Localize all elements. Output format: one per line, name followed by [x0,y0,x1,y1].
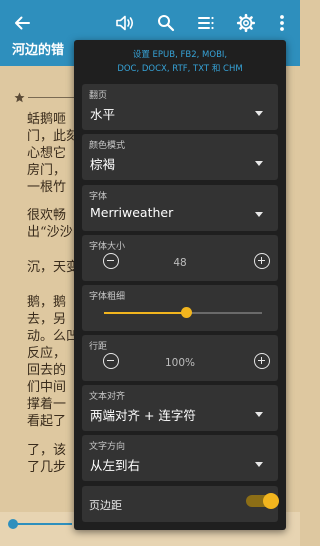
page-turn-dropdown[interactable]: 翻页 水平 [82,84,278,130]
font-weight-slider[interactable]: 字体粗细 [82,285,278,331]
speaker-icon [116,15,134,31]
font-weight-fill [104,312,187,314]
toc-button[interactable] [191,8,221,38]
settings-button[interactable] [231,8,261,38]
text-direction-label: 文字方向 [89,442,126,452]
text-direction-dropdown[interactable]: 文字方向 从左到右 [82,435,278,481]
text-align-dropdown[interactable]: 文本对齐 两端对齐 + 连字符 [82,385,278,431]
toc-icon [198,16,214,30]
search-button[interactable] [151,8,181,38]
gear-icon [236,13,256,33]
font-value: Merriweather [90,205,174,220]
font-label: 字体 [89,192,108,202]
text-line: 看起了 [27,414,67,429]
text-line: 一根竹 [27,180,67,195]
font-weight-label: 字体粗细 [89,292,126,302]
formats-line-2: DOC, DOCX, RTF, TXT 和 CHM [117,64,243,74]
font-size-value: 48 [173,257,187,269]
color-mode-label: 颜色模式 [89,141,126,151]
page-margin-toggle-thumb[interactable] [263,493,279,509]
back-button[interactable] [7,8,37,38]
increase-line-spacing-button[interactable] [254,353,270,369]
text-align-value: 两端对齐 + 连字符 [90,408,196,423]
search-icon [158,15,175,32]
dropdown-arrow-icon [255,212,263,217]
font-size-label: 字体大小 [89,242,126,252]
line-spacing-value: 100% [164,357,196,369]
text-line: 出“沙沙 [27,225,73,240]
dropdown-arrow-icon [255,161,263,166]
dropdown-arrow-icon [255,412,263,417]
line-spacing-label: 行距 [89,342,108,352]
text-line: 了几步 [27,460,67,475]
dropdown-arrow-icon [255,462,263,467]
page-turn-label: 翻页 [89,91,108,101]
font-dropdown[interactable]: 字体 Merriweather [82,185,278,231]
color-mode-dropdown[interactable]: 颜色模式 棕褐 [82,134,278,180]
text-line: 沉，天变 [27,260,80,275]
line-spacing-stepper: 行距 100% [82,335,278,381]
text-align-label: 文本对齐 [89,392,126,402]
reading-settings-panel: 设置 EPUB, FB2, MOBI, DOC, DOCX, RTF, TXT … [74,40,286,530]
font-weight-thumb[interactable] [180,307,192,318]
reading-progress-track[interactable] [12,523,72,525]
formats-line-1: 设置 EPUB, FB2, MOBI, [132,50,228,60]
page-turn-value: 水平 [90,107,116,122]
dropdown-arrow-icon [255,111,263,116]
bookmark-star-icon[interactable] [14,92,25,103]
increase-font-size-button[interactable] [254,253,270,269]
page-margin-label: 页边距 [89,499,122,512]
read-aloud-button[interactable] [110,8,140,38]
text-direction-value: 从左到右 [90,458,141,473]
reading-progress-thumb[interactable] [8,519,18,529]
back-arrow-icon [15,16,30,30]
font-size-stepper: 字体大小 48 [82,235,278,281]
supported-formats-note: 设置 EPUB, FB2, MOBI, DOC, DOCX, RTF, TXT … [74,48,286,76]
color-mode-value: 棕褐 [90,157,116,172]
book-title: 河边的错 [12,43,65,58]
more-options-button[interactable] [267,8,297,38]
more-vert-icon [280,15,284,31]
page-margin-row: 页边距 [82,486,279,522]
header-divider [28,97,76,98]
